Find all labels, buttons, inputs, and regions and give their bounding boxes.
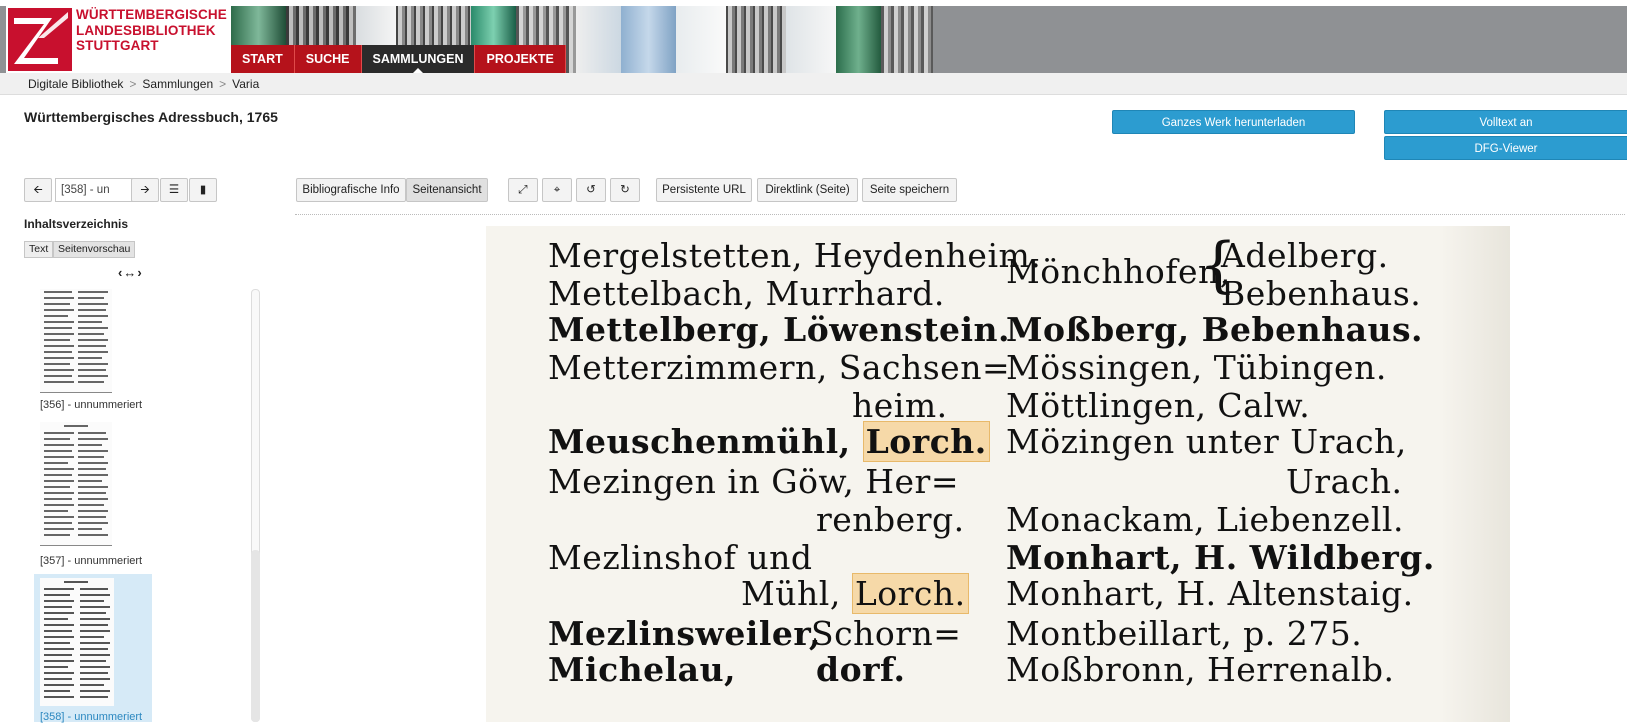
fullscreen-icon: ⤢ [518, 184, 528, 196]
search-hit-highlight[interactable]: Lorch. [862, 421, 990, 462]
page-edge-shade [1440, 226, 1510, 722]
breadcrumb-varia[interactable]: Varia [232, 77, 259, 91]
search-hit-highlight[interactable]: Lorch. [851, 573, 969, 614]
text-line: renberg. [816, 500, 965, 539]
prev-page-button[interactable]: 🡨 [24, 178, 52, 202]
divider [295, 214, 1625, 215]
logo-line-1: WÜRTTEMBERGISCHE [76, 7, 227, 22]
text-line: Mezingen in Göw, Her= [548, 462, 959, 501]
arrow-left-icon: 🡨 [33, 184, 43, 196]
page-thumbnail [40, 422, 112, 546]
toc-thumb-caption: [358] - unnummeriert [40, 711, 143, 723]
next-page-button[interactable]: 🡪 [131, 178, 159, 202]
save-page-button[interactable]: Seite speichern [862, 178, 957, 202]
text-line: Michelau, [548, 650, 737, 689]
tab-bibliographic-info[interactable]: Bibliografische Info [296, 178, 406, 202]
page-image-viewer[interactable]: Mergelstetten, Heydenheim. Mettelbach, M… [486, 226, 1510, 722]
page-thumbnail [40, 289, 112, 393]
site-header: WÜRTTEMBERGISCHE LANDESBIBLIOTHEK STUTTG… [0, 0, 1627, 73]
book-view-button[interactable]: ▮ [189, 178, 217, 202]
text-line: Monhart, H. Altenstaig. [1006, 574, 1414, 613]
text-line: Adelberg. [1221, 236, 1389, 275]
nav-suche[interactable]: SUCHE [294, 45, 362, 73]
text-line: Mergelstetten, Heydenheim. [548, 236, 1042, 275]
text-line: Mezlinsweiler, [548, 614, 821, 653]
logo-line-3: STUTTGART [76, 38, 159, 53]
text-line: Monhart, H. Wildberg. [1006, 538, 1435, 577]
direct-link-button[interactable]: Direktlink (Seite) [757, 178, 858, 202]
text-fragment: Mühl, [741, 574, 852, 613]
rotate-left-icon: ↺ [586, 184, 596, 196]
nav-start[interactable]: START [231, 45, 295, 73]
main-nav: START SUCHE SAMMLUNGEN PROJEKTE [231, 45, 566, 73]
nav-sammlungen[interactable]: SAMMLUNGEN [361, 45, 476, 73]
persistent-url-button[interactable]: Persistente URL [656, 178, 752, 202]
resize-handle-icon[interactable]: ‹↔› [118, 265, 143, 280]
text-line: Mühl, Lorch. [741, 573, 969, 614]
breadcrumb-separator: > [129, 77, 137, 91]
toc-scrollbar-thumb[interactable] [251, 550, 260, 722]
rotate-left-button[interactable]: ↺ [576, 178, 606, 202]
toc-thumb-357[interactable]: [357] - unnummeriert [40, 422, 156, 567]
text-line: Schorn= [811, 614, 962, 653]
page-select-value: [358] - un [61, 184, 110, 196]
toc-thumb-caption: [356] - unnummeriert [40, 399, 143, 411]
text-line: Mözingen unter Urach, [1006, 422, 1407, 461]
library-logo[interactable]: WÜRTTEMBERGISCHE LANDESBIBLIOTHEK STUTTG… [6, 6, 231, 73]
text-line: dorf. [816, 650, 906, 689]
toc-thumb-356[interactable]: [356] - unnummeriert [40, 289, 156, 411]
toc-tab-preview[interactable]: Seitenvorschau [53, 241, 136, 258]
text-line: Metterzimmern, Sachsen= [548, 348, 1011, 387]
fit-page-button[interactable]: ⌖ [542, 178, 572, 202]
logo-text: WÜRTTEMBERGISCHE LANDESBIBLIOTHEK STUTTG… [76, 7, 227, 54]
fulltext-toggle-button[interactable]: Volltext an [1384, 110, 1627, 134]
text-line: Moßbronn, Herrenalb. [1006, 650, 1395, 689]
text-line: Mönchhofen, [1006, 252, 1231, 291]
text-line: Mettelberg, Löwenstein. [548, 310, 1010, 349]
logo-mark-icon [8, 8, 72, 71]
logo-line-2: LANDESBIBLIOTHEK [76, 22, 216, 38]
list-icon: ☰ [168, 184, 180, 196]
text-line: Monackam, Liebenzell. [1006, 500, 1404, 539]
text-line: Möttlingen, Calw. [1006, 386, 1311, 425]
dfg-viewer-button[interactable]: DFG-Viewer [1384, 136, 1627, 160]
toc-thumb-caption: [357] - unnummeriert [40, 555, 143, 567]
nav-projekte[interactable]: PROJEKTE [475, 45, 566, 73]
text-line: Bebenhaus. [1221, 274, 1422, 313]
page-thumbnail [40, 578, 114, 706]
toc-thumb-358[interactable]: [358] - unnummeriert [34, 574, 152, 723]
download-work-button[interactable]: Ganzes Werk herunterladen [1112, 110, 1355, 134]
fit-icon: ⌖ [553, 184, 561, 196]
rotate-right-button[interactable]: ↻ [610, 178, 640, 202]
book-icon: ▮ [199, 184, 207, 196]
text-line: Mezlinshof und [548, 538, 813, 577]
breadcrumb-separator: > [219, 77, 227, 91]
toc-tab-text[interactable]: Text [24, 241, 54, 258]
toc-list-button[interactable]: ☰ [160, 178, 188, 202]
breadcrumb-digitale-bibliothek[interactable]: Digitale Bibliothek [28, 77, 123, 91]
arrow-right-icon: 🡪 [140, 184, 150, 196]
text-fragment: Meuschenmühl, [548, 422, 863, 461]
page-title: Württembergisches Adressbuch, 1765 [24, 109, 278, 125]
text-line: Mettelbach, Murrhard. [548, 274, 945, 313]
text-line: Moßberg, Bebenhaus. [1006, 310, 1424, 349]
breadcrumb-sammlungen[interactable]: Sammlungen [142, 77, 213, 91]
text-line: Meuschenmühl, Lorch. [548, 421, 990, 462]
text-line: Urach. [1286, 462, 1403, 501]
toc-heading: Inhaltsverzeichnis [24, 217, 129, 231]
fullscreen-button[interactable]: ⤢ [508, 178, 538, 202]
tab-page-view[interactable]: Seitenansicht [406, 178, 488, 202]
rotate-right-icon: ↻ [620, 184, 630, 196]
breadcrumb: Digitale Bibliothek > Sammlungen > Varia [0, 73, 1627, 95]
text-line: Mössingen, Tübingen. [1006, 348, 1387, 387]
text-line: heim. [852, 386, 948, 425]
text-line: Montbeillart, p. 275. [1006, 614, 1363, 653]
